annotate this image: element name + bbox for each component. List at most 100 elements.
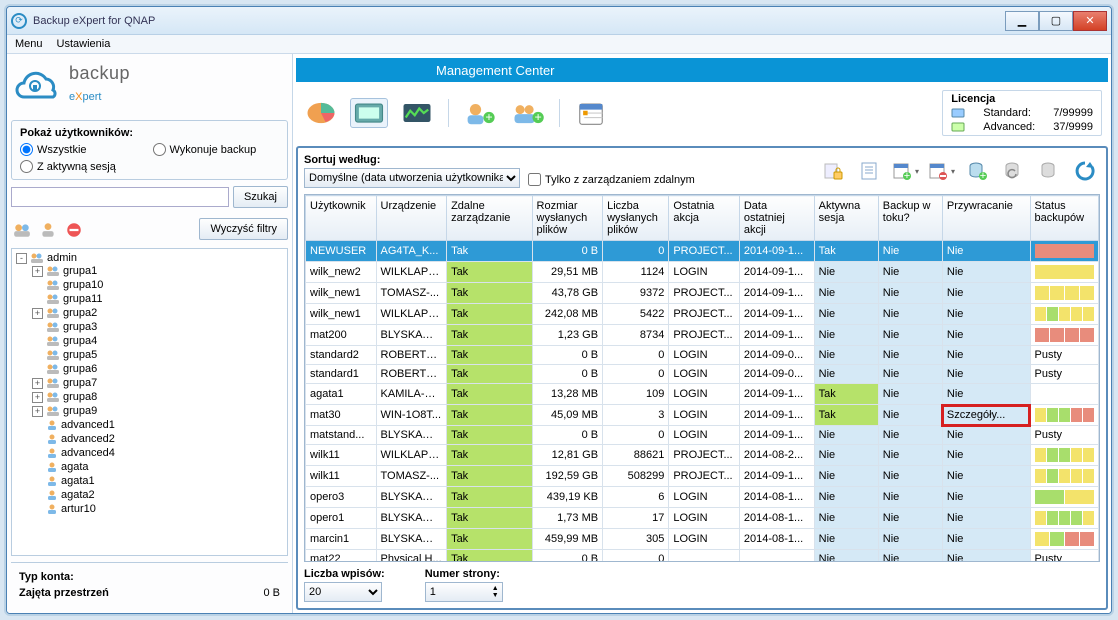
column-header[interactable]: Backup w toku?	[878, 196, 942, 241]
account-type-label: Typ konta:	[19, 571, 74, 583]
doc-list-icon[interactable]	[854, 157, 884, 185]
license-standard-label: Standard:	[983, 107, 1035, 119]
page-number-spinner[interactable]: ▲▼	[425, 582, 503, 602]
table-row[interactable]: mat22Physical H...Tak0 B0NieNieNiePusty	[306, 550, 1099, 563]
radio-all[interactable]: Wszystkie	[20, 143, 147, 156]
tree-user[interactable]: artur10	[32, 503, 285, 515]
account-panel: Typ konta: Zajęta przestrzeń0 B	[11, 562, 288, 607]
activity-view-icon[interactable]	[398, 98, 436, 128]
license-box: Licencja Standard: 7/99999 Advanced: 37/…	[942, 90, 1102, 136]
table-row[interactable]: wilk_new2WILKLAPT...Tak29,51 MB1124LOGIN…	[306, 262, 1099, 283]
column-header[interactable]: Urządzenie	[376, 196, 447, 241]
logo: backup eXpert	[11, 60, 288, 114]
rows-count-label: Liczba wpisów:	[304, 568, 385, 580]
db-add-icon[interactable]: +	[962, 157, 992, 185]
table-row[interactable]: mat30WIN-1O8T...Tak45,09 MB3LOGIN2014-09…	[306, 405, 1099, 426]
column-header[interactable]: Zdalne zarządzanie	[447, 196, 532, 241]
db-sync-icon[interactable]	[998, 157, 1028, 185]
column-header[interactable]: Rozmiar wysłanych plików	[532, 196, 603, 241]
calendar-icon[interactable]	[572, 98, 610, 128]
tree-group[interactable]: grupa11	[32, 293, 285, 305]
column-header[interactable]: Aktywna sesja	[814, 196, 878, 241]
table-row[interactable]: mat200BLYSKAWI...Tak1,23 GB8734PROJECT..…	[306, 325, 1099, 346]
maximize-button[interactable]: ▢	[1039, 11, 1073, 31]
table-row[interactable]: standard2ROBERTS...Tak0 B0LOGIN2014-09-0…	[306, 346, 1099, 365]
table-row[interactable]: opero1BLYSKAWI...Tak1,73 MB17LOGIN2014-0…	[306, 508, 1099, 529]
search-button[interactable]: Szukaj	[233, 186, 288, 208]
add-user-icon[interactable]: +	[461, 98, 499, 128]
table-row[interactable]: wilk_new1TOMASZ-...Tak43,78 GB9372PROJEC…	[306, 283, 1099, 304]
tree-group[interactable]: grupa5	[32, 349, 285, 361]
cloud-icon	[15, 66, 63, 102]
schedule-add-icon[interactable]: +	[890, 157, 920, 185]
tree-group[interactable]: +grupa1	[32, 265, 285, 277]
table-row[interactable]: agata1KAMILA-O...Tak13,28 MB109LOGIN2014…	[306, 384, 1099, 405]
users-view-icon[interactable]	[350, 98, 388, 128]
sort-select[interactable]: Domyślne (data utworzenia użytkownika)	[304, 168, 520, 188]
card-icon	[951, 121, 965, 133]
menu-item[interactable]: Ustawienia	[57, 38, 111, 50]
menu-item[interactable]: Menu	[15, 38, 43, 50]
close-button[interactable]: ✕	[1073, 11, 1107, 31]
rows-count-select[interactable]: 20	[304, 582, 382, 602]
search-input[interactable]	[11, 187, 229, 207]
tree-group[interactable]: grupa3	[32, 321, 285, 333]
users-table-wrap[interactable]: UżytkownikUrządzenieZdalne zarządzanieRo…	[304, 194, 1100, 562]
table-row[interactable]: wilk_new1WILKLAPT...Tak242,08 MB5422PROJ…	[306, 304, 1099, 325]
tree-user[interactable]: advanced2	[32, 433, 285, 445]
table-row[interactable]: standard1ROBERTS...Tak0 B0LOGIN2014-09-0…	[306, 365, 1099, 384]
tree-user[interactable]: advanced1	[32, 419, 285, 431]
tree-group[interactable]: +grupa8	[32, 391, 285, 403]
delete-icon[interactable]	[63, 220, 85, 240]
disk-usage-icon[interactable]	[302, 98, 340, 128]
logo-line1: backup	[69, 64, 130, 82]
tree-group[interactable]: grupa4	[32, 335, 285, 347]
table-row[interactable]: marcin1BLYSKAWI...Tak459,99 MB305LOGIN20…	[306, 529, 1099, 550]
remote-only-checkbox[interactable]: Tylko z zarządzaniem zdalnym	[528, 173, 695, 186]
table-row[interactable]: opero3BLYSKAWI...Tak439,19 KB6LOGIN2014-…	[306, 487, 1099, 508]
table-row[interactable]: wilk11TOMASZ-...Tak192,59 GB508299PROJEC…	[306, 466, 1099, 487]
group-view-icon[interactable]	[11, 220, 33, 240]
lock-icon[interactable]	[818, 157, 848, 185]
main-area: Management Center + + Licencja Standard:	[293, 54, 1111, 613]
app-window: ⟳ Backup eXpert for QNAP ▁ ▢ ✕ Menu Usta…	[6, 6, 1112, 614]
tree-root[interactable]: -admin	[16, 252, 285, 264]
column-header[interactable]: Przywracanie	[942, 196, 1030, 241]
tree-group[interactable]: +grupa7	[32, 377, 285, 389]
table-row[interactable]: matstand...BLYSKAWI...Tak0 B0LOGIN2014-0…	[306, 426, 1099, 445]
license-advanced-value: 37/9999	[1053, 121, 1093, 133]
svg-text:+: +	[904, 170, 910, 182]
radio-backup-running[interactable]: Wykonuje backup	[153, 143, 280, 156]
used-space-label: Zajęta przestrzeń	[19, 587, 109, 599]
tree-user[interactable]: advanced4	[32, 447, 285, 459]
sidebar: backup eXpert Pokaż użytkowników: Wszyst…	[7, 54, 293, 613]
db-remove-icon[interactable]	[1034, 157, 1064, 185]
column-header[interactable]: Data ostatniej akcji	[739, 196, 814, 241]
svg-text:+: +	[980, 170, 986, 182]
app-icon: ⟳	[11, 13, 27, 29]
filter-heading: Pokaż użytkowników:	[20, 127, 279, 139]
tree-group[interactable]: grupa6	[32, 363, 285, 375]
tree-group[interactable]: grupa10	[32, 279, 285, 291]
tree-user[interactable]: agata2	[32, 489, 285, 501]
clear-filters-button[interactable]: Wyczyść filtry	[199, 218, 288, 240]
minimize-button[interactable]: ▁	[1005, 11, 1039, 31]
tree-group[interactable]: +grupa9	[32, 405, 285, 417]
window-title: Backup eXpert for QNAP	[33, 15, 1005, 27]
column-header[interactable]: Liczba wysłanych plików	[603, 196, 669, 241]
table-row[interactable]: wilk11WILKLAPT...Tak12,81 GB88621PROJECT…	[306, 445, 1099, 466]
refresh-icon[interactable]	[1070, 157, 1100, 185]
table-row[interactable]: NEWUSERAG4TA_K...Tak0 B0PROJECT...2014-0…	[306, 241, 1099, 262]
tree-group[interactable]: +grupa2	[32, 307, 285, 319]
tree-user[interactable]: agata	[32, 461, 285, 473]
add-group-icon[interactable]: +	[509, 98, 547, 128]
column-header[interactable]: Użytkownik	[306, 196, 377, 241]
tree-user[interactable]: agata1	[32, 475, 285, 487]
radio-active-session[interactable]: Z aktywną sesją	[20, 160, 147, 173]
schedule-remove-icon[interactable]	[926, 157, 956, 185]
column-header[interactable]: Ostatnia akcja	[669, 196, 740, 241]
user-tree[interactable]: -admin+grupa1 grupa10 grupa11 +grupa2 grupa3…	[11, 248, 288, 556]
filter-panel: Pokaż użytkowników: Wszystkie Wykonuje b…	[11, 120, 288, 180]
column-header[interactable]: Status backupów	[1030, 196, 1099, 241]
user-view-icon[interactable]	[37, 220, 59, 240]
